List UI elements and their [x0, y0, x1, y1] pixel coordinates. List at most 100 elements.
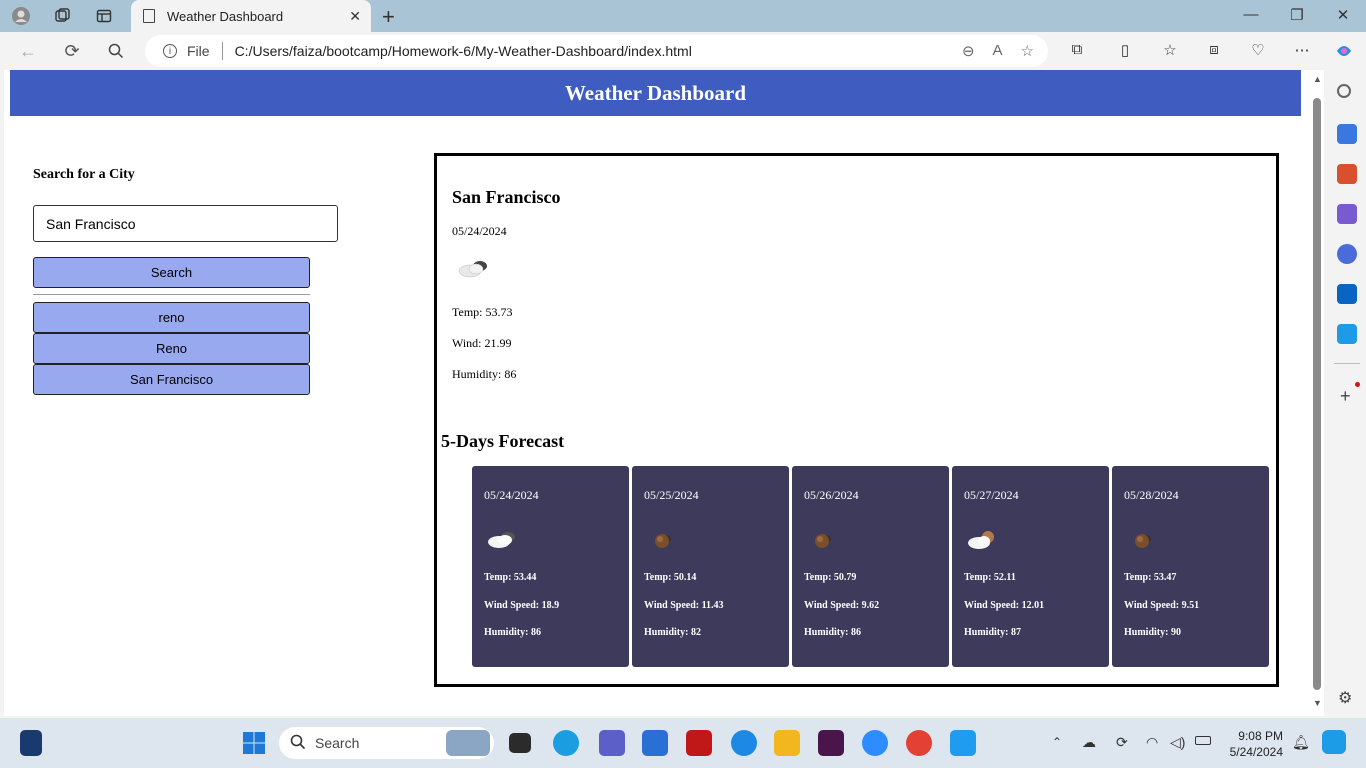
- workspaces-icon[interactable]: [51, 5, 73, 27]
- forecast-date: 05/28/2024: [1124, 488, 1179, 502]
- battery-icon[interactable]: [1195, 736, 1211, 745]
- golf-app-icon[interactable]: [20, 730, 42, 756]
- search-divider: [33, 294, 310, 295]
- address-separator: [221, 42, 223, 60]
- sidebar-search-icon[interactable]: [1337, 84, 1351, 98]
- search-button[interactable]: Search: [33, 257, 310, 288]
- forecast-wind: Wind Speed: 9.51: [1124, 600, 1200, 611]
- page-scrollbar[interactable]: ▲ ▼: [1311, 70, 1324, 716]
- history-button-reno-lower[interactable]: reno: [33, 302, 310, 333]
- favorite-star-icon[interactable]: ☆: [1021, 42, 1034, 60]
- taskbar-clock[interactable]: 9:08 PM 5/24/2024: [1225, 728, 1283, 760]
- new-tab-icon[interactable]: +: [382, 4, 395, 30]
- settings-gear-icon[interactable]: ⚙: [1338, 688, 1352, 708]
- volume-icon[interactable]: ◁): [1170, 734, 1185, 751]
- forecast-humidity: Humidity: 90: [1124, 627, 1181, 638]
- more-menu-icon[interactable]: ⋯: [1292, 41, 1312, 61]
- notifications-icon[interactable]: 🔔︎: [1292, 734, 1310, 751]
- read-aloud-icon[interactable]: A: [993, 42, 1003, 60]
- tab-actions-icon[interactable]: [93, 5, 115, 27]
- outlook-icon[interactable]: [1337, 284, 1357, 304]
- close-tab-icon[interactable]: ✕: [349, 8, 361, 25]
- forecast-temp: Temp: 50.79: [804, 572, 857, 583]
- forecast-date: 05/27/2024: [964, 488, 1019, 502]
- cloud-icon: [484, 528, 524, 552]
- page-header: Weather Dashboard: [10, 70, 1301, 116]
- search-heading: Search for a City: [33, 167, 135, 182]
- chrome-icon[interactable]: [906, 730, 932, 756]
- zoom-icon[interactable]: [862, 730, 888, 756]
- forecast-temp: Temp: 53.44: [484, 572, 537, 583]
- current-temp: Temp: 53.73: [452, 305, 513, 319]
- back-icon[interactable]: ←: [16, 40, 40, 62]
- url-text[interactable]: C:/Users/faiza/bootcamp/Homework-6/My-We…: [235, 43, 692, 59]
- performance-icon[interactable]: ♡: [1248, 41, 1268, 61]
- refresh-icon[interactable]: ⟳: [60, 40, 84, 62]
- games-icon[interactable]: [1337, 204, 1357, 224]
- history-button-san-francisco[interactable]: San Francisco: [33, 364, 310, 395]
- windows-taskbar: Search ⌃ ☁ ⟳ ◠ ◁) 9:08 PM 5/24/2024 🔔︎: [0, 718, 1366, 768]
- forecast-wind: Wind Speed: 12.01: [964, 600, 1045, 611]
- close-window-icon[interactable]: ✕: [1328, 6, 1358, 24]
- teams-icon[interactable]: [599, 730, 625, 756]
- edge-taskbar-icon[interactable]: [553, 730, 579, 756]
- help-icon[interactable]: [731, 730, 757, 756]
- scroll-down-icon[interactable]: ▼: [1313, 698, 1322, 708]
- forecast-heading: 5-Days Forecast: [441, 431, 565, 451]
- tab-title: Weather Dashboard: [167, 8, 284, 24]
- vscode-icon[interactable]: [950, 730, 976, 756]
- sync-icon[interactable]: ⟳: [1116, 734, 1128, 751]
- forecast-date: 05/24/2024: [484, 488, 539, 502]
- tab-weather-dashboard[interactable]: Weather Dashboard ✕: [131, 0, 371, 32]
- current-city-name: San Francisco: [452, 187, 561, 207]
- scroll-thumb[interactable]: [1313, 98, 1321, 690]
- forecast-humidity: Humidity: 87: [964, 627, 1021, 638]
- tray-expand-icon[interactable]: ⌃: [1052, 735, 1062, 749]
- extensions-icon[interactable]: ⧉: [1067, 41, 1087, 61]
- file-explorer-icon[interactable]: [774, 730, 800, 756]
- cloud-icon: [454, 256, 494, 282]
- add-sidebar-icon[interactable]: +: [1340, 386, 1351, 407]
- current-humidity: Humidity: 86: [452, 367, 517, 381]
- partly-cloudy-icon: [964, 528, 1004, 552]
- scroll-up-icon[interactable]: ▲: [1313, 74, 1322, 84]
- search-highlight-image: [446, 730, 490, 756]
- info-icon[interactable]: i: [163, 44, 177, 58]
- favorites-icon[interactable]: ☆: [1160, 41, 1180, 61]
- zoom-out-icon[interactable]: ⊖: [962, 42, 975, 60]
- forecast-card: 05/27/2024 Temp: 52.11 Wind Speed: 12.01…: [952, 466, 1109, 667]
- sidebar-divider: [1334, 363, 1360, 364]
- minimize-icon[interactable]: —: [1236, 6, 1266, 23]
- history-button-reno[interactable]: Reno: [33, 333, 310, 364]
- split-screen-icon[interactable]: ▯: [1115, 41, 1135, 61]
- taskbar-search[interactable]: Search: [279, 727, 494, 759]
- search-icon[interactable]: [104, 40, 128, 62]
- file-label: File: [187, 43, 210, 59]
- drop-icon[interactable]: [1337, 324, 1357, 344]
- browser-tabbar: Weather Dashboard ✕ + — ❐ ✕: [0, 0, 1366, 32]
- document-icon: [143, 9, 155, 23]
- address-bar[interactable]: i File C:/Users/faiza/bootcamp/Homework-…: [145, 35, 1048, 67]
- mcafee-icon[interactable]: [686, 730, 712, 756]
- forecast-temp: Temp: 52.11: [964, 572, 1016, 583]
- profile-icon[interactable]: [10, 5, 32, 27]
- slack-icon[interactable]: [818, 730, 844, 756]
- store-icon[interactable]: [642, 730, 668, 756]
- copilot-taskbar-icon[interactable]: [1322, 730, 1346, 754]
- forecast-wind: Wind Speed: 9.62: [804, 600, 880, 611]
- restore-icon[interactable]: ❐: [1282, 6, 1312, 24]
- shopping-tag-icon[interactable]: [1337, 124, 1357, 144]
- notification-dot: [1355, 382, 1360, 387]
- task-view-icon[interactable]: [509, 733, 531, 753]
- taskbar-date: 5/24/2024: [1229, 745, 1283, 759]
- wifi-icon[interactable]: ◠: [1146, 734, 1158, 751]
- collections-icon[interactable]: ⧈: [1204, 41, 1224, 61]
- page-viewport: Weather Dashboard Search for a City Sear…: [4, 70, 1324, 716]
- onedrive-icon[interactable]: ☁: [1082, 734, 1096, 751]
- forecast-humidity: Humidity: 82: [644, 627, 701, 638]
- microsoft365-icon[interactable]: [1337, 244, 1357, 264]
- city-search-input[interactable]: [33, 205, 338, 242]
- start-windows-icon[interactable]: [242, 731, 266, 755]
- copilot-icon[interactable]: [1334, 41, 1354, 61]
- tools-icon[interactable]: [1337, 164, 1357, 184]
